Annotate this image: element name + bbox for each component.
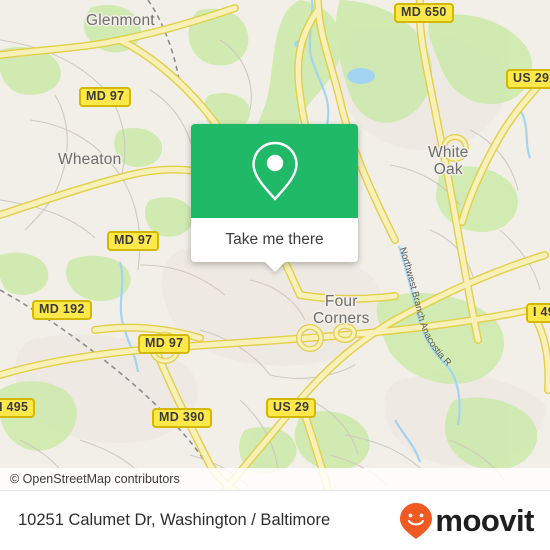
osm-attribution[interactable]: © OpenStreetMap contributors	[0, 468, 550, 490]
address-text: 10251 Calumet Dr, Washington / Baltimore	[18, 511, 331, 529]
callout-pointer-tail	[263, 261, 286, 272]
moovit-smiley-pin-icon	[400, 502, 433, 539]
route-shield-md-97-glenmont[interactable]: MD 97	[79, 87, 132, 107]
route-shield-md-650[interactable]: MD 650	[394, 3, 454, 23]
route-shield-md-390[interactable]: MD 390	[152, 408, 212, 428]
callout-icon-area	[191, 124, 358, 218]
moovit-wordmark: moovit	[435, 503, 534, 538]
location-callout-card[interactable]: Take me there	[191, 124, 358, 272]
route-shield-i-495-west[interactable]: I 495	[0, 398, 36, 418]
moovit-map-screenshot: Northwest Branch Anacostia River Glenmon…	[0, 0, 550, 550]
route-shield-md-192[interactable]: MD 192	[32, 300, 92, 320]
route-shield-md-97-wheaton[interactable]: MD 97	[107, 231, 160, 251]
take-me-there-label: Take me there	[225, 231, 324, 248]
route-shield-us-29-north[interactable]: US 29	[506, 69, 550, 89]
moovit-logo[interactable]: moovit	[399, 502, 534, 540]
map-pin-icon	[251, 141, 298, 201]
map-canvas[interactable]: Northwest Branch Anacostia River Glenmon…	[0, 0, 550, 490]
route-shield-i-495-east[interactable]: I 495	[526, 303, 550, 323]
take-me-there-button[interactable]: Take me there	[191, 218, 358, 272]
footer-bar: 10251 Calumet Dr, Washington / Baltimore…	[0, 490, 550, 550]
route-shield-us-29-south[interactable]: US 29	[266, 398, 317, 418]
route-shield-md-97-south[interactable]: MD 97	[138, 334, 191, 354]
